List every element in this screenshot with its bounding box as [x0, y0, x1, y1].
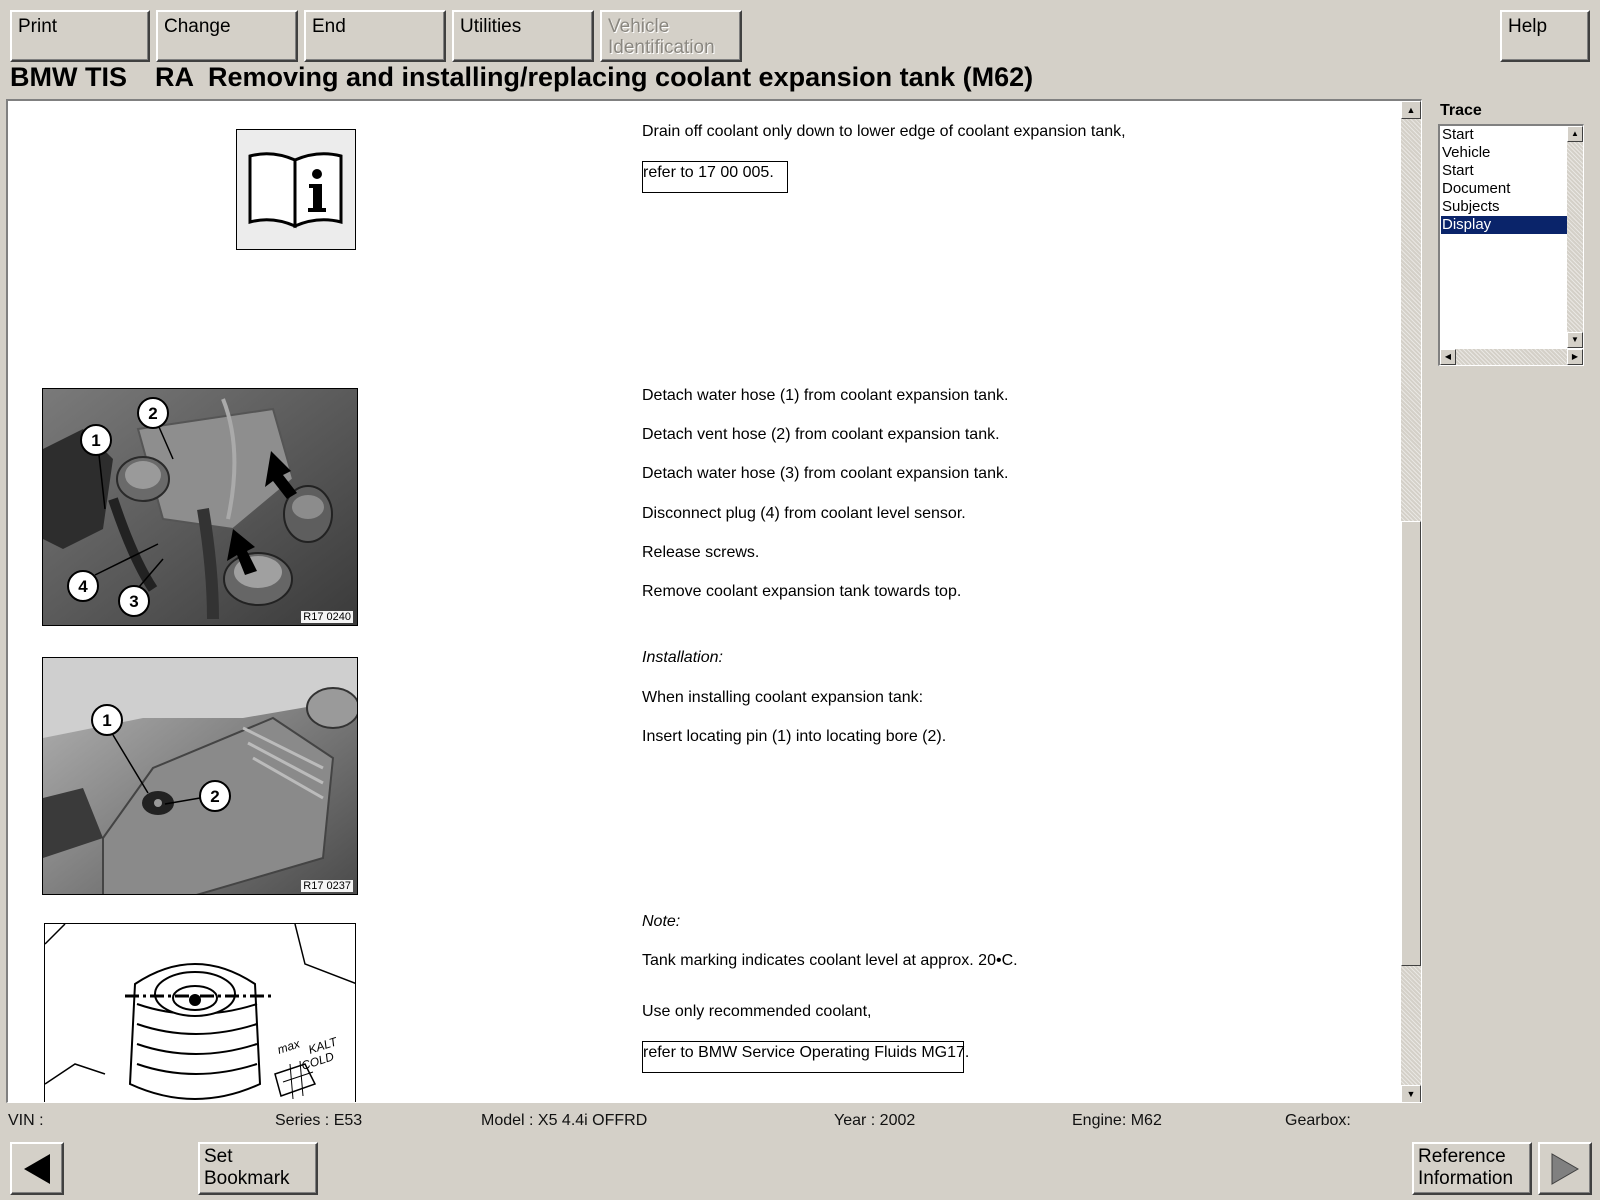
back-button[interactable]	[10, 1142, 64, 1195]
trace-item-start-2[interactable]: Start	[1441, 162, 1567, 180]
trace-item-start[interactable]: Start	[1441, 126, 1567, 144]
series-field: Series : E53	[275, 1112, 363, 1129]
set-bookmark-label-1: Set	[204, 1146, 233, 1167]
svg-text:2: 2	[148, 404, 157, 423]
trace-scroll-up-icon[interactable]: ▲	[1567, 126, 1583, 142]
step3-line-2: Insert locating pin (1) into locating bo…	[642, 728, 947, 745]
trace-list[interactable]: Start Vehicle Start Document Subjects Di…	[1438, 124, 1584, 366]
tank-marking-drawing: max KALT COLD	[44, 923, 356, 1102]
svg-text:1: 1	[91, 431, 100, 450]
trace-vscroll[interactable]: ▲ ▼	[1567, 126, 1583, 348]
vehicle-id-label-1: Vehicle	[608, 16, 670, 37]
trace-label: Trace	[1440, 102, 1482, 119]
trace-item-subjects[interactable]: Subjects	[1441, 198, 1567, 216]
trace-scroll-down-icon[interactable]: ▼	[1567, 332, 1583, 348]
step2-line-5: Release screws.	[642, 544, 760, 561]
svg-text:2: 2	[210, 787, 219, 806]
scroll-thumb[interactable]	[1401, 521, 1421, 966]
step2-line-3: Detach water hose (3) from coolant expan…	[642, 465, 1009, 482]
end-label: End	[312, 16, 346, 37]
step1-link-label: refer to 17 00 005.	[643, 164, 774, 181]
image-ref-label: R17 0237	[301, 880, 353, 892]
ref-info-label-1: Reference	[1418, 1146, 1506, 1167]
vehicle-status-bar: VIN : Series : E53 Model : X5 4.4i OFFRD…	[0, 1106, 1600, 1136]
step1-reference-link[interactable]: refer to 17 00 005.	[642, 161, 788, 193]
arrow-right-icon	[1551, 1152, 1580, 1185]
document-scrollbar[interactable]: ▲ ▼	[1401, 101, 1421, 1102]
svg-text:4: 4	[78, 577, 88, 596]
year-field: Year : 2002	[834, 1112, 916, 1129]
engine-field: Engine: M62	[1072, 1112, 1162, 1129]
trace-hscroll[interactable]: ◀ ▶	[1440, 349, 1583, 365]
print-button[interactable]: Print	[10, 10, 150, 62]
step2-line-6: Remove coolant expansion tank towards to…	[642, 583, 962, 600]
image-ref-label: R17 0240	[301, 611, 353, 623]
doc-type: RA	[154, 62, 194, 92]
scroll-down-icon[interactable]: ▼	[1401, 1085, 1421, 1102]
step4-line-2: Use only recommended coolant,	[642, 1003, 872, 1020]
step1-text: Drain off coolant only down to lower edg…	[642, 123, 1126, 140]
cold-label: COLD	[300, 1049, 336, 1073]
scroll-up-icon[interactable]: ▲	[1401, 101, 1421, 119]
app-name: BMW TIS	[10, 62, 127, 92]
trace-scroll-right-icon[interactable]: ▶	[1567, 349, 1583, 365]
vehicle-id-label-2: Identification	[608, 37, 715, 58]
gearbox-field: Gearbox:	[1285, 1112, 1351, 1129]
step2-line-2: Detach vent hose (2) from coolant expans…	[642, 426, 1000, 443]
step3-line-1: When installing coolant expansion tank:	[642, 689, 924, 706]
step4-link-label: refer to BMW Service Operating Fluids MG…	[643, 1044, 970, 1061]
utilities-label: Utilities	[460, 16, 522, 37]
svg-text:3: 3	[129, 592, 138, 611]
arrow-left-icon	[24, 1153, 50, 1184]
trace-item-document[interactable]: Document	[1441, 180, 1567, 198]
change-button[interactable]: Change	[156, 10, 298, 62]
set-bookmark-button[interactable]: Set Bookmark	[198, 1142, 318, 1195]
model-field: Model : X5 4.4i OFFRD	[481, 1112, 648, 1129]
trace-item-display[interactable]: Display	[1441, 216, 1567, 234]
vin-field: VIN :	[8, 1112, 44, 1129]
trace-scroll-left-icon[interactable]: ◀	[1440, 349, 1456, 365]
set-bookmark-label-2: Bookmark	[204, 1168, 290, 1189]
installation-heading: Installation:	[642, 649, 723, 666]
engine-bay-image-1: 1 2 3 4 R17 0240	[42, 388, 358, 626]
trace-item-vehicle[interactable]: Vehicle	[1441, 144, 1567, 162]
page-title: BMW TIS RA Removing and installing/replaci…	[10, 62, 1033, 93]
change-label: Change	[164, 16, 231, 37]
help-button[interactable]: Help	[1500, 10, 1590, 62]
print-label: Print	[18, 16, 58, 37]
document-content: Drain off coolant only down to lower edg…	[8, 101, 1400, 1102]
ref-info-label-2: Information	[1418, 1168, 1514, 1189]
info-book-icon	[236, 129, 356, 250]
note-heading: Note:	[642, 913, 681, 930]
reference-information-button[interactable]: Reference Information	[1412, 1142, 1532, 1195]
vehicle-identification-button[interactable]: Vehicle Identification	[600, 10, 742, 62]
help-label: Help	[1508, 16, 1548, 37]
engine-bay-image-2: 1 2 R17 0237	[42, 657, 358, 895]
operating-fluids-link[interactable]: refer to BMW Service Operating Fluids MG…	[642, 1041, 969, 1073]
max-label: max	[276, 1036, 303, 1057]
step4-line-1: Tank marking indicates coolant level at …	[642, 952, 1018, 969]
end-button[interactable]: End	[304, 10, 446, 62]
step2-line-4: Disconnect plug (4) from coolant level s…	[642, 505, 966, 522]
document-viewer[interactable]: Drain off coolant only down to lower edg…	[6, 99, 1422, 1103]
utilities-button[interactable]: Utilities	[452, 10, 594, 62]
step2-line-1: Detach water hose (1) from coolant expan…	[642, 387, 1009, 404]
forward-button[interactable]	[1538, 1142, 1592, 1195]
doc-title: Removing and installing/replacing coolan…	[207, 62, 1034, 92]
svg-text:1: 1	[102, 711, 111, 730]
